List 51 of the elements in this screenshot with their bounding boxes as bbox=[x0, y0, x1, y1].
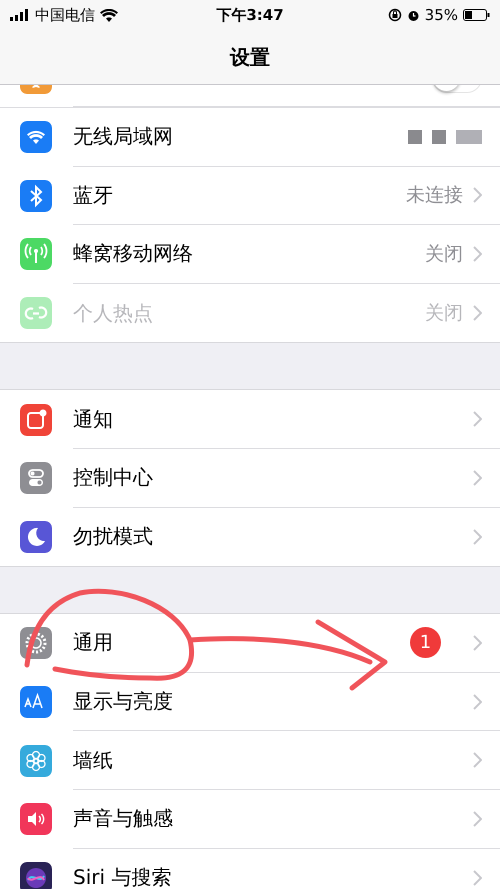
page-title: 设置 bbox=[230, 44, 270, 70]
settings-row[interactable]: Siri 与搜索 bbox=[0, 848, 500, 889]
switches-icon bbox=[20, 462, 52, 494]
flower-icon bbox=[20, 744, 52, 777]
carrier-name: 中国电信 bbox=[35, 6, 95, 24]
settings-row[interactable]: 无线局域网 bbox=[0, 108, 500, 167]
chevron-icon bbox=[473, 634, 482, 651]
setting-value: 未连接 bbox=[406, 183, 463, 208]
setting-label: 显示与亮度 bbox=[73, 688, 174, 716]
setting-label: 蓝牙 bbox=[73, 182, 114, 209]
setting-label: 个人热点 bbox=[73, 300, 154, 327]
link-icon bbox=[20, 297, 52, 330]
chevron-icon bbox=[473, 470, 482, 486]
signal-icon bbox=[10, 9, 30, 21]
chevron-icon bbox=[473, 694, 482, 710]
chevron-icon bbox=[473, 305, 482, 322]
clock-time: 下午3:47 bbox=[216, 6, 284, 24]
battery-icon bbox=[463, 9, 490, 21]
wifi-icon bbox=[20, 121, 52, 154]
setting-label: 勿扰模式 bbox=[73, 523, 154, 550]
setting-label: 无线局域网 bbox=[73, 123, 174, 150]
speaker-icon bbox=[20, 803, 52, 836]
chevron-icon bbox=[473, 810, 482, 827]
settings-row[interactable]: 通用 1 bbox=[0, 614, 500, 673]
setting-value: 关闭 bbox=[425, 301, 463, 326]
text-size-icon bbox=[20, 686, 52, 718]
chevron-icon bbox=[473, 528, 482, 545]
chevron-icon bbox=[473, 411, 482, 428]
moon-icon bbox=[20, 520, 52, 553]
chevron-icon bbox=[473, 870, 482, 886]
setting-label: 控制中心 bbox=[73, 464, 154, 492]
setting-value: 关闭 bbox=[425, 242, 463, 267]
chevron-icon bbox=[473, 246, 482, 262]
setting-label: 墙纸 bbox=[73, 746, 114, 774]
settings-row[interactable]: 勿扰模式 bbox=[0, 508, 500, 566]
alarm-icon bbox=[406, 8, 420, 22]
setting-label: Siri 与搜索 bbox=[73, 864, 172, 889]
setting-label: 通用 bbox=[73, 629, 114, 656]
setting-label: 通知 bbox=[73, 406, 114, 433]
antenna-icon bbox=[20, 238, 52, 270]
setting-label: 声音与触感 bbox=[73, 805, 174, 832]
rotation-lock-icon bbox=[388, 8, 402, 22]
chevron-icon bbox=[473, 752, 482, 768]
battery-percent: 35% bbox=[424, 6, 458, 24]
notification-badge: 1 bbox=[410, 627, 441, 658]
setting-label: 蜂窝移动网络 bbox=[73, 240, 194, 268]
wifi-icon bbox=[100, 8, 118, 22]
bluetooth-icon bbox=[20, 180, 52, 212]
notification-icon bbox=[20, 404, 52, 436]
siri-icon bbox=[20, 862, 52, 889]
chevron-icon bbox=[473, 187, 482, 204]
